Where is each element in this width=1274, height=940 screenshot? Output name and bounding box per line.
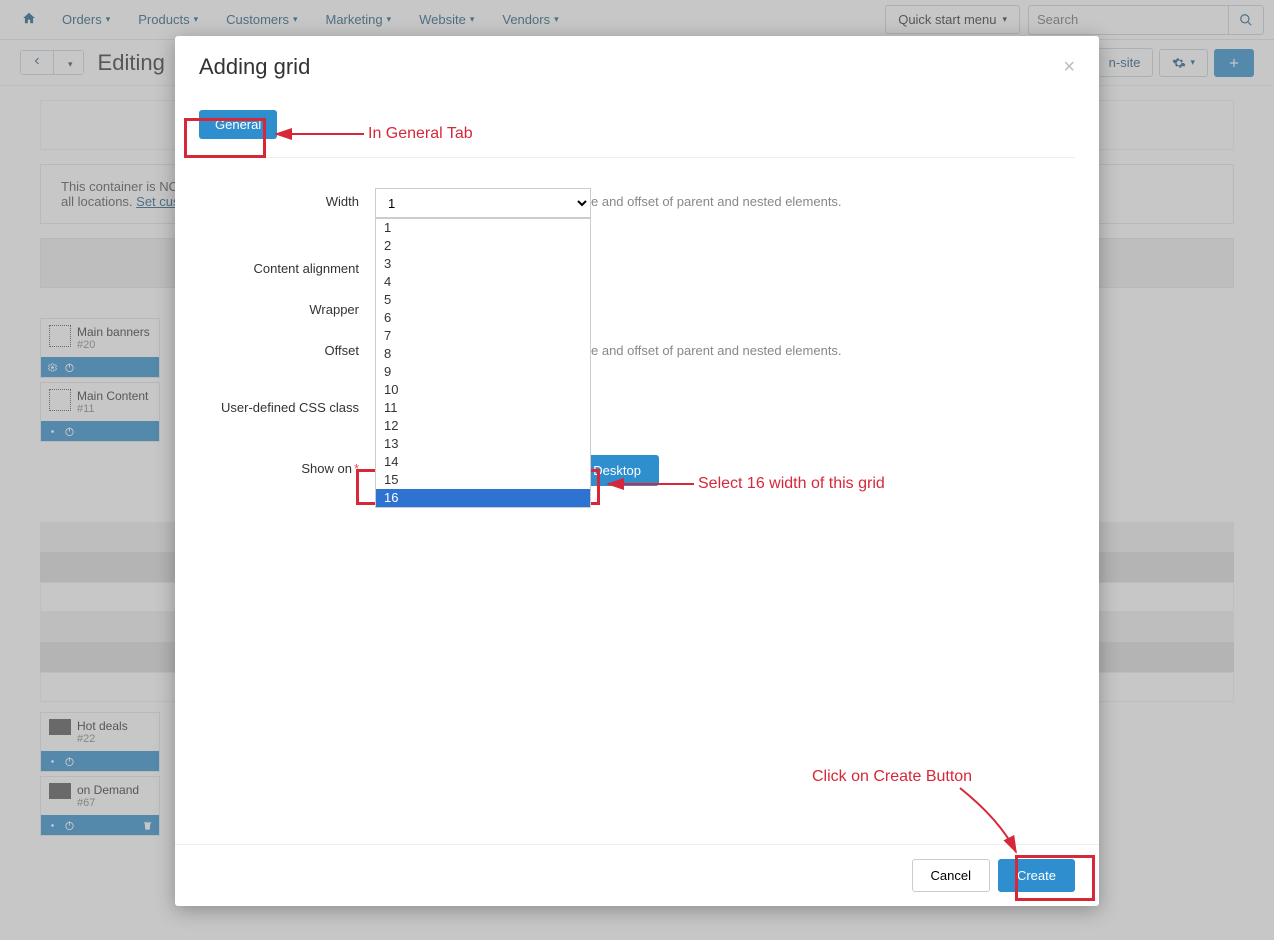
width-option[interactable]: 7	[376, 327, 590, 345]
adding-grid-modal: Adding grid × General Width 1 1 2 3 4 5 …	[175, 36, 1099, 906]
cancel-button[interactable]: Cancel	[912, 859, 990, 892]
label-css-class: User-defined CSS class	[199, 394, 375, 415]
width-option[interactable]: 8	[376, 345, 590, 363]
width-option[interactable]: 13	[376, 435, 590, 453]
width-option[interactable]: 14	[376, 453, 590, 471]
offset-help: e and offset of parent and nested elemen…	[591, 343, 1075, 358]
label-offset: Offset	[199, 337, 375, 358]
width-help: e and offset of parent and nested elemen…	[591, 194, 1075, 209]
modal-title: Adding grid	[199, 54, 310, 80]
close-icon[interactable]: ×	[1063, 56, 1075, 79]
tab-general[interactable]: General	[199, 110, 277, 139]
width-dropdown-list: 1 2 3 4 5 6 7 8 9 10 11 12 13 14 15 16	[375, 218, 591, 508]
width-option[interactable]: 15	[376, 471, 590, 489]
width-option[interactable]: 4	[376, 273, 590, 291]
label-show-on: Show on*	[199, 455, 375, 476]
label-wrapper: Wrapper	[199, 296, 375, 317]
width-option[interactable]: 2	[376, 237, 590, 255]
width-option[interactable]: 10	[376, 381, 590, 399]
width-option[interactable]: 9	[376, 363, 590, 381]
label-content-alignment: Content alignment	[199, 255, 375, 276]
width-option[interactable]: 12	[376, 417, 590, 435]
width-select[interactable]: 1	[375, 188, 591, 218]
width-option[interactable]: 6	[376, 309, 590, 327]
width-option[interactable]: 3	[376, 255, 590, 273]
width-option-16[interactable]: 16	[376, 489, 590, 507]
create-button[interactable]: Create	[998, 859, 1075, 892]
label-width: Width	[199, 188, 375, 209]
width-option[interactable]: 1	[376, 219, 590, 237]
width-option[interactable]: 5	[376, 291, 590, 309]
width-option[interactable]: 11	[376, 399, 590, 417]
